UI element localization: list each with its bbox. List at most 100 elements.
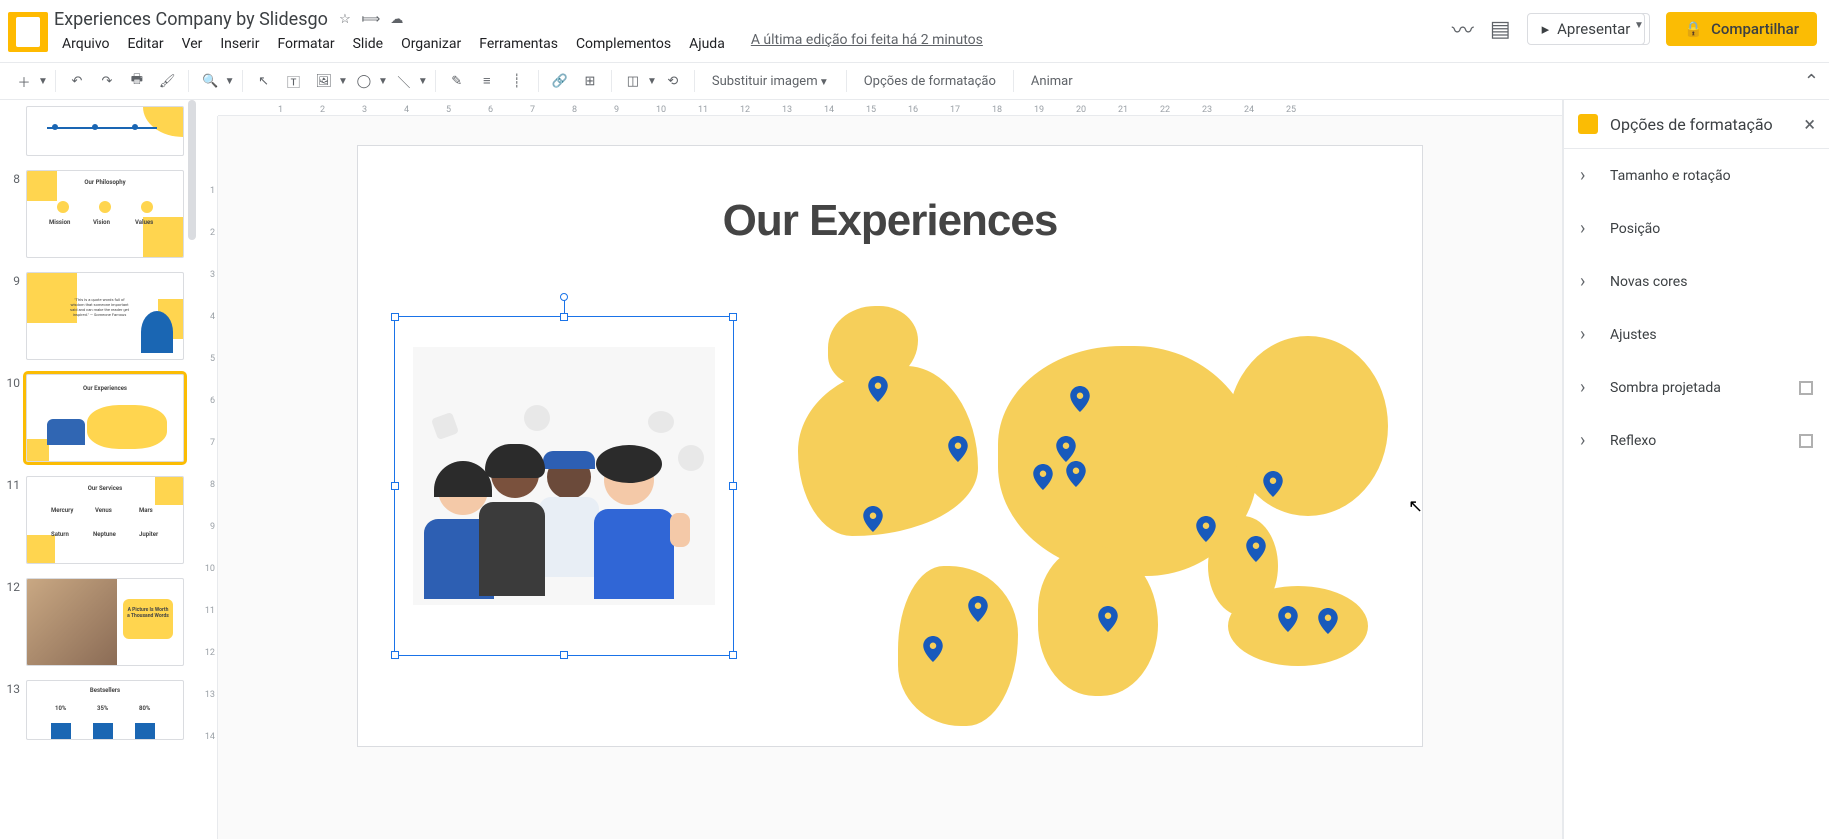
resize-handle[interactable]: [729, 482, 737, 490]
thumb-title: Our Philosophy: [27, 179, 183, 186]
doc-title[interactable]: Experiences Company by Slidesgo: [54, 9, 328, 30]
undo-button[interactable]: ↶: [63, 67, 91, 95]
sidebar-item-recolor[interactable]: ›Novas cores: [1564, 255, 1829, 308]
move-icon[interactable]: ⟾: [362, 10, 380, 28]
filmstrip-scrollbar[interactable]: [188, 100, 196, 240]
resize-handle[interactable]: [391, 313, 399, 321]
link-button[interactable]: 🔗: [546, 67, 574, 95]
format-options-sidebar: Opções de formatação × ›Tamanho e rotaçã…: [1563, 100, 1829, 839]
close-sidebar-button[interactable]: ×: [1804, 112, 1815, 136]
map-pin-icon: [968, 596, 988, 622]
selected-image-object[interactable]: [394, 316, 734, 656]
resize-handle[interactable]: [729, 313, 737, 321]
activity-icon[interactable]: 〰: [1452, 13, 1474, 45]
present-dropdown[interactable]: ▼: [1628, 13, 1650, 45]
ruler-vertical: 1234567891011121314: [196, 116, 218, 839]
comment-button[interactable]: ⊞: [576, 67, 604, 95]
thumb-slide[interactable]: "This is a quote words full of wisdom th…: [26, 272, 184, 360]
thumb-slide[interactable]: [26, 106, 184, 156]
redo-button[interactable]: ↷: [93, 67, 121, 95]
reflection-checkbox[interactable]: [1799, 434, 1813, 448]
menu-view[interactable]: Ver: [174, 32, 211, 56]
menu-addons[interactable]: Complementos: [568, 32, 679, 56]
sidebar-item-adjustments[interactable]: ›Ajustes: [1564, 308, 1829, 361]
textbox-tool[interactable]: 🅃: [280, 67, 308, 95]
thumb-text: Mission: [49, 219, 70, 226]
mask-dropdown[interactable]: ▼: [647, 76, 657, 87]
resize-handle[interactable]: [560, 651, 568, 659]
rotation-handle[interactable]: [560, 293, 568, 301]
map-pin-icon: [1098, 606, 1118, 632]
slide-title-text[interactable]: Our Experiences: [358, 196, 1422, 246]
slide-editor[interactable]: Our Experiences: [358, 146, 1422, 746]
border-dash-button[interactable]: ┊: [503, 67, 531, 95]
resize-handle[interactable]: [729, 651, 737, 659]
menu-tools[interactable]: Ferramentas: [471, 32, 566, 56]
comments-icon[interactable]: ▤: [1490, 17, 1511, 42]
shape-dropdown[interactable]: ▼: [378, 76, 388, 87]
star-icon[interactable]: ☆: [336, 10, 354, 28]
print-button[interactable]: 🖶: [123, 67, 151, 95]
replace-image-button[interactable]: Substituir imagem ▼: [702, 74, 839, 89]
resize-handle[interactable]: [391, 482, 399, 490]
slide-canvas[interactable]: 1234567891011121314151617181920212223242…: [196, 100, 1563, 839]
menu-slide[interactable]: Slide: [345, 32, 391, 56]
thumb-slide-current[interactable]: Our Experiences: [26, 374, 184, 462]
thumb-slide[interactable]: A Picture Is Worth a Thousand Words: [26, 578, 184, 666]
menu-edit[interactable]: Editar: [120, 32, 172, 56]
share-button[interactable]: 🔒 Compartilhar: [1666, 12, 1817, 46]
chevron-right-icon: ›: [1580, 218, 1594, 239]
border-color-button[interactable]: ✎: [443, 67, 471, 95]
thumb-slide[interactable]: Our Services Mercury Venus Mars Saturn N…: [26, 476, 184, 564]
last-edit-status[interactable]: A última edição foi feita há 2 minutos: [751, 32, 983, 56]
chevron-right-icon: ›: [1580, 271, 1594, 292]
sidebar-item-position[interactable]: ›Posição: [1564, 202, 1829, 255]
menu-insert[interactable]: Inserir: [212, 32, 267, 56]
sidebar-item-size-rotation[interactable]: ›Tamanho e rotação: [1564, 149, 1829, 202]
paint-format-button[interactable]: 🖌: [153, 67, 182, 95]
menu-help[interactable]: Ajuda: [681, 32, 733, 56]
format-options-button[interactable]: Opções de formatação: [854, 74, 1006, 89]
animate-button[interactable]: Animar: [1021, 74, 1083, 89]
shadow-checkbox[interactable]: [1799, 381, 1813, 395]
shape-tool[interactable]: ◯: [350, 67, 378, 95]
collapse-toolbar-button[interactable]: ⌃: [1804, 71, 1819, 92]
line-tool[interactable]: ＼: [390, 67, 418, 95]
sidebar-title: Opções de formatação: [1610, 115, 1792, 134]
sidebar-item-reflection[interactable]: ›Reflexo: [1564, 414, 1829, 467]
border-weight-button[interactable]: ≡: [473, 67, 501, 95]
crop-button[interactable]: ◫: [619, 67, 647, 95]
sidebar-item-drop-shadow[interactable]: ›Sombra projetada: [1564, 361, 1829, 414]
image-dropdown[interactable]: ▼: [338, 76, 348, 87]
zoom-button[interactable]: 🔍: [196, 67, 224, 95]
line-dropdown[interactable]: ▼: [418, 76, 428, 87]
thumb-text: Venus: [95, 507, 112, 514]
thumb-slide[interactable]: Our Philosophy Mission Vision Values: [26, 170, 184, 258]
map-pin-icon: [1246, 536, 1266, 562]
new-slide-dropdown[interactable]: ▼: [38, 76, 48, 87]
select-tool[interactable]: ↖: [250, 67, 278, 95]
thumb-text: Mercury: [51, 507, 73, 514]
slide-filmstrip[interactable]: 8 Our Philosophy Mission Vision Values 9…: [0, 100, 196, 839]
reset-image-button[interactable]: ⟲: [659, 67, 687, 95]
chevron-right-icon: ›: [1580, 324, 1594, 345]
thumb-number: 9: [2, 272, 20, 288]
menu-arrange[interactable]: Organizar: [393, 32, 469, 56]
image-tool[interactable]: 🖼: [310, 67, 339, 95]
new-slide-button[interactable]: ＋: [10, 67, 38, 95]
menu-format[interactable]: Formatar: [269, 32, 342, 56]
thumb-text: Saturn: [51, 531, 69, 538]
map-pin-icon: [1056, 436, 1076, 462]
map-pin-icon: [868, 376, 888, 402]
thumb-slide[interactable]: Bestsellers 10% 35% 80%: [26, 680, 184, 740]
thumb-title: Our Services: [27, 485, 183, 492]
zoom-dropdown[interactable]: ▼: [225, 76, 235, 87]
map-pin-icon: [948, 436, 968, 462]
menu-file[interactable]: Arquivo: [54, 32, 118, 56]
lock-icon: 🔒: [1684, 20, 1703, 38]
slides-logo[interactable]: [8, 12, 48, 52]
world-map-illustration[interactable]: [798, 306, 1398, 726]
cloud-icon[interactable]: ☁: [388, 10, 406, 28]
resize-handle[interactable]: [391, 651, 399, 659]
resize-handle[interactable]: [560, 313, 568, 321]
